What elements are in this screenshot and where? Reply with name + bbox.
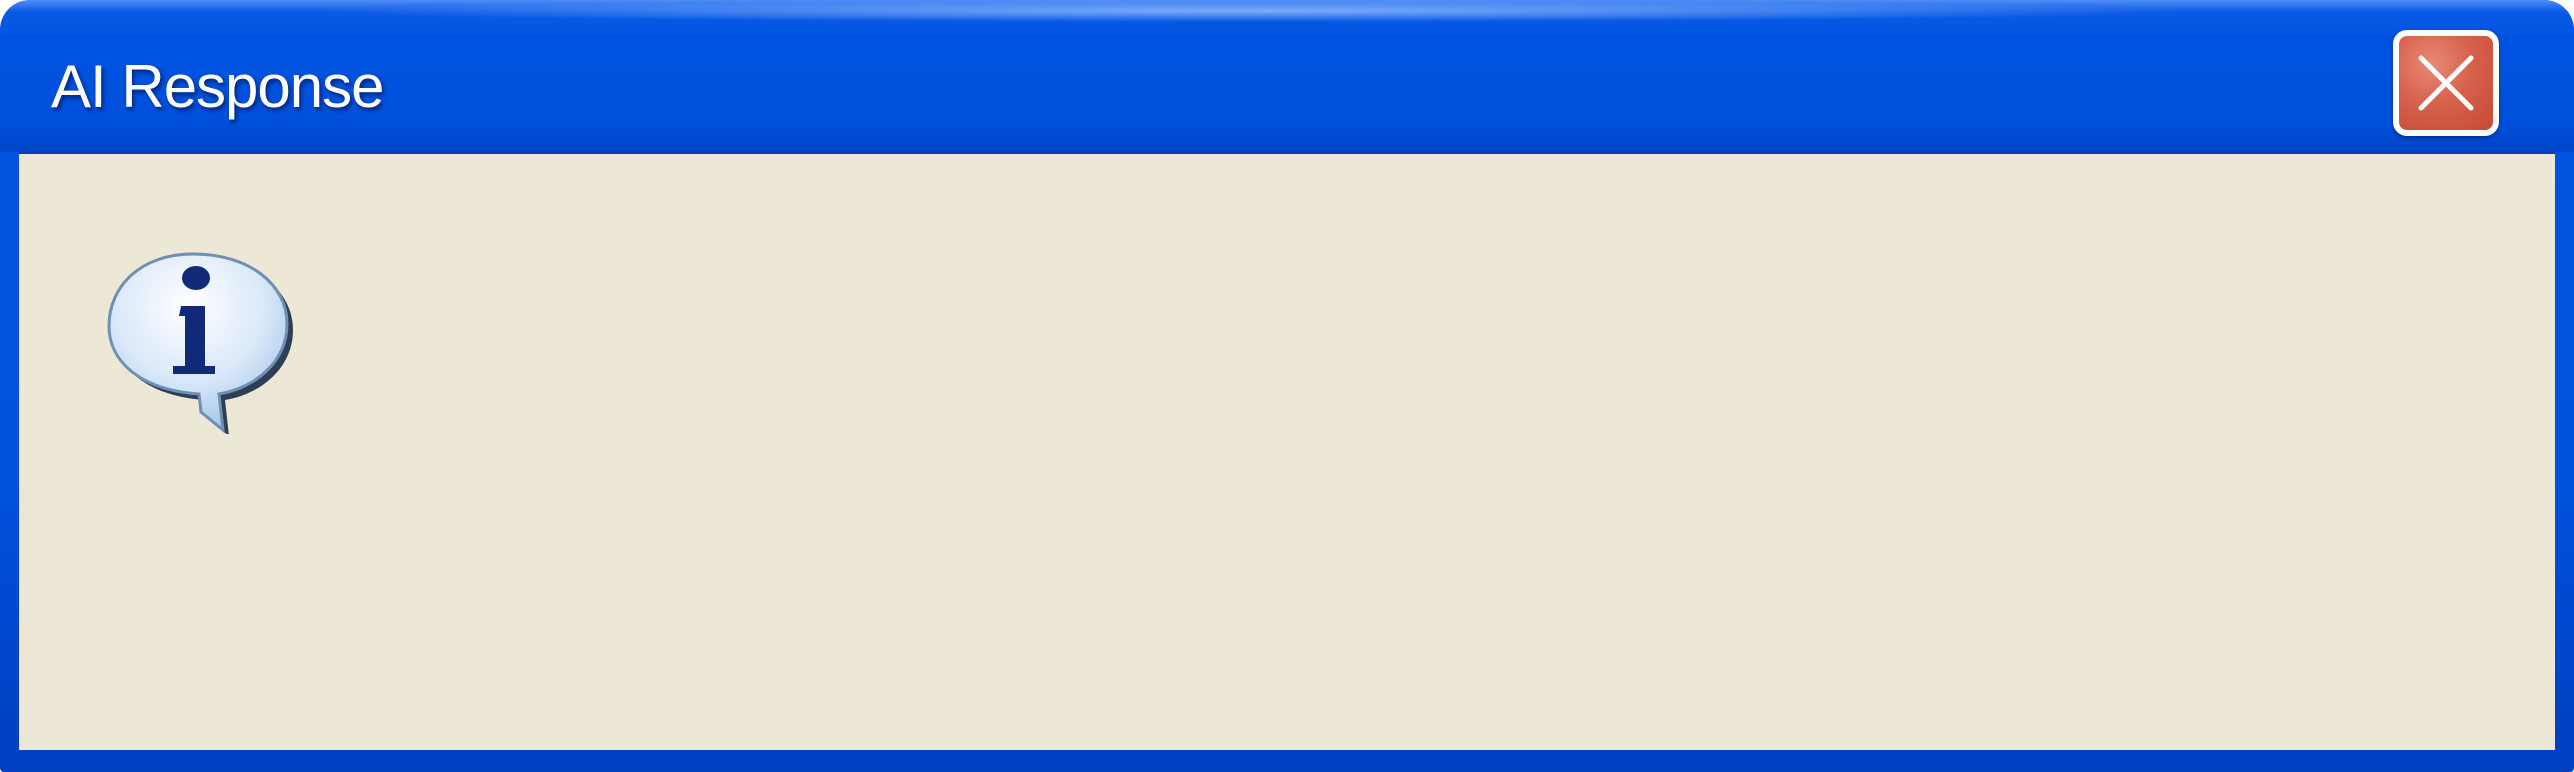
dialog-body	[19, 152, 2555, 750]
close-button[interactable]	[2393, 30, 2499, 136]
close-icon	[2418, 55, 2474, 111]
window-title: AI Response	[51, 53, 385, 120]
dialog-window: AI Response	[0, 0, 2574, 772]
info-icon	[107, 252, 293, 434]
title-bar[interactable]: AI Response	[0, 0, 2574, 152]
